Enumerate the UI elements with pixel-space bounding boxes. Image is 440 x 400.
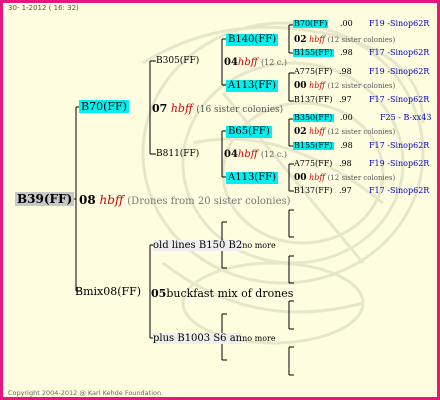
g4-row-2-value: .98 (340, 48, 353, 57)
g4-row-5-id[interactable]: B137(FF) (293, 96, 334, 104)
g2-b811-id[interactable]: B811(FF) (156, 150, 199, 159)
root-queen-id[interactable]: B39(FF) (15, 192, 75, 206)
g4-row-7-number: 02 (294, 127, 307, 137)
g4-row-4-mating: 00 hbff (12 sister colonies) (294, 82, 395, 91)
timestamp-header: 30- 1-2012 ( 16: 32) (8, 4, 79, 12)
g3-0-id[interactable]: B140(FF) (226, 34, 279, 46)
copyright-footer: Copyright 2004-2012 @ Karl Kehde Foundat… (8, 389, 164, 397)
g3-0-hbff: hbff (237, 57, 258, 68)
g1-b70-mating: 07 hbff (16 sister colonies) (152, 103, 283, 115)
root-hbff-label: hbff (99, 193, 124, 207)
g4-row-7-hbff: hbff (309, 127, 326, 136)
g2-plus-text: plus B1003 S6 an (153, 333, 243, 344)
g4-row-8-value: .98 (340, 141, 353, 150)
root-mating-line: 08 hbff (Drones from 20 sister colonies) (79, 194, 291, 207)
g4-row-6-ref[interactable]: F25 - B-xx43 (380, 114, 431, 122)
g2-oldlines: old lines B150 B2no more (153, 240, 276, 251)
g1-b70-hbff: hbff (170, 102, 193, 115)
g2-oldlines-suffix: no more (242, 241, 276, 250)
g4-row-10-mating: 00 hbff (12 sister colonies) (294, 174, 395, 183)
g4-row-9-id[interactable]: A775(FF) (293, 160, 333, 168)
g4-row-3-value: .98 (339, 67, 352, 76)
g4-row-0-value: .00 (340, 19, 353, 28)
g2-plus: plus B1003 S6 anno more (153, 333, 276, 344)
g4-row-10-number: 00 (294, 173, 307, 183)
g4-row-10-note: (12 sister colonies) (327, 174, 396, 182)
g4-row-8-ref[interactable]: F17 -Sinop62R (369, 142, 429, 150)
g1-bmix-text: buckfast mix of drones (166, 287, 294, 300)
g3-2-note: (12 c.) (261, 150, 288, 159)
g3-2-mating: 04hbff (12 c.) (224, 150, 287, 160)
g4-row-6-value: .00 (340, 113, 353, 122)
pedigree-panel: 30- 1-2012 ( 16: 32) Copyright 2004-2012… (0, 0, 440, 400)
g2-oldlines-text: old lines B150 B2 (153, 240, 243, 251)
g4-row-0-ref[interactable]: F19 -Sinop62R (369, 20, 429, 28)
g4-row-1-hbff: hbff (309, 35, 326, 44)
g4-row-11-ref[interactable]: F17 -Sinop62R (369, 187, 429, 195)
g1-b70-note: (16 sister colonies) (196, 105, 284, 115)
g4-row-1-mating: 02 hbff (12 sister colonies) (294, 36, 395, 45)
root-mating-number: 08 (79, 193, 96, 207)
g4-row-5-ref[interactable]: F17 -Sinop62R (369, 96, 429, 104)
g4-row-4-note: (12 sister colonies) (327, 82, 396, 90)
g3-2-number: 04 (224, 149, 238, 160)
g2-b305-id[interactable]: B305(FF) (156, 57, 199, 66)
g1-bmix-mating: 05buckfast mix of drones (151, 288, 293, 299)
g4-row-0-id[interactable]: B70(FF) (293, 20, 329, 28)
g4-row-8-id[interactable]: B155(FF) (293, 142, 334, 150)
g1-b70-number: 07 (152, 102, 168, 115)
g3-1-id[interactable]: A113(FF) (226, 80, 278, 92)
g4-row-9-ref[interactable]: F19 -Sinop62R (369, 160, 429, 168)
g4-row-5-value: .97 (339, 95, 352, 104)
g4-row-3-id[interactable]: A775(FF) (293, 68, 333, 76)
g4-row-2-ref[interactable]: F17 -Sinop62R (369, 49, 429, 57)
g3-2-id[interactable]: B65(FF) (226, 126, 272, 138)
g1-bmix-number: 05 (151, 287, 167, 300)
g4-row-11-value: .97 (339, 186, 352, 195)
g4-row-11-id[interactable]: B137(FF) (293, 187, 334, 195)
g4-row-6-id[interactable]: B350(FF) (293, 114, 334, 122)
g4-row-1-note: (12 sister colonies) (327, 36, 396, 44)
g4-row-1-number: 02 (294, 35, 307, 45)
g3-3-id[interactable]: A113(FF) (226, 172, 278, 184)
root-mating-note: (Drones from 20 sister colonies) (127, 196, 291, 207)
g4-row-9-value: .98 (339, 159, 352, 168)
g3-0-mating: 04hbff (12 c.) (224, 58, 287, 68)
g4-row-10-hbff: hbff (309, 173, 326, 182)
g4-row-7-note: (12 sister colonies) (327, 128, 396, 136)
g3-0-note: (12 c.) (261, 58, 288, 67)
g1-bmix-id[interactable]: Bmix08(FF) (75, 286, 141, 297)
g2-plus-suffix: no more (242, 334, 276, 343)
g4-row-7-mating: 02 hbff (12 sister colonies) (294, 128, 395, 137)
g4-row-2-id[interactable]: B155(FF) (293, 49, 334, 57)
g4-row-4-number: 00 (294, 81, 307, 91)
g4-row-4-hbff: hbff (309, 81, 326, 90)
g4-row-3-ref[interactable]: F19 -Sinop62R (369, 68, 429, 76)
g3-0-number: 04 (224, 57, 238, 68)
g1-b70-id[interactable]: B70(FF) (79, 100, 129, 113)
g3-2-hbff: hbff (237, 149, 258, 160)
